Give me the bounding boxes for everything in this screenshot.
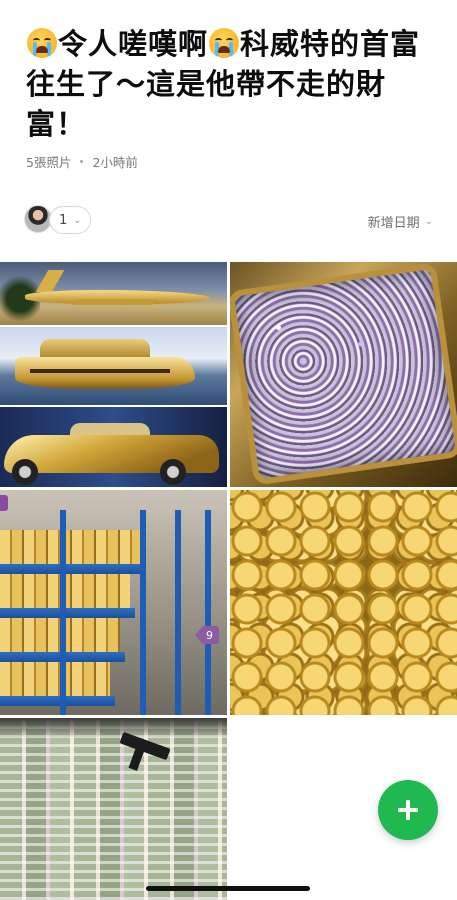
time-ago: 2小時前 [92,155,138,170]
photo-gold-car[interactable] [0,407,227,487]
crying-face-icon [209,28,240,58]
photo-count: 5張照片 [26,155,72,170]
sort-label: 新增日期 [367,216,420,231]
chevron-down-icon: ⌄ [424,216,433,227]
sort-dropdown[interactable]: 新增日期 ⌄ [368,212,433,231]
participant-count: 1 [59,212,68,228]
separator-dot [80,160,84,163]
photo-cash-stacks[interactable] [0,718,227,900]
photo-gold-jet[interactable] [0,262,227,325]
photo-gold-coins[interactable] [230,490,457,715]
chevron-down-icon: ⌄ [73,214,82,226]
avatar[interactable] [24,205,52,233]
crying-face-icon [27,28,57,58]
title-text-1: 令人嗟嘆啊 [58,27,209,61]
photo-gold-yacht[interactable] [0,327,227,405]
home-indicator[interactable] [146,886,310,891]
post-meta: 5張照片 2小時前 [26,152,138,171]
participant-count-dropdown[interactable]: 1 ⌄ [49,206,91,234]
photo-gold-bars[interactable] [0,490,227,715]
post-title: 令人嗟嘆啊 科威特的首富往生了～這是他帶不走的財富！ [26,24,436,144]
photo-gemstones[interactable] [230,262,457,487]
add-button[interactable] [378,780,438,840]
more-photos-count: 9 [206,628,213,642]
plus-icon [398,800,418,820]
